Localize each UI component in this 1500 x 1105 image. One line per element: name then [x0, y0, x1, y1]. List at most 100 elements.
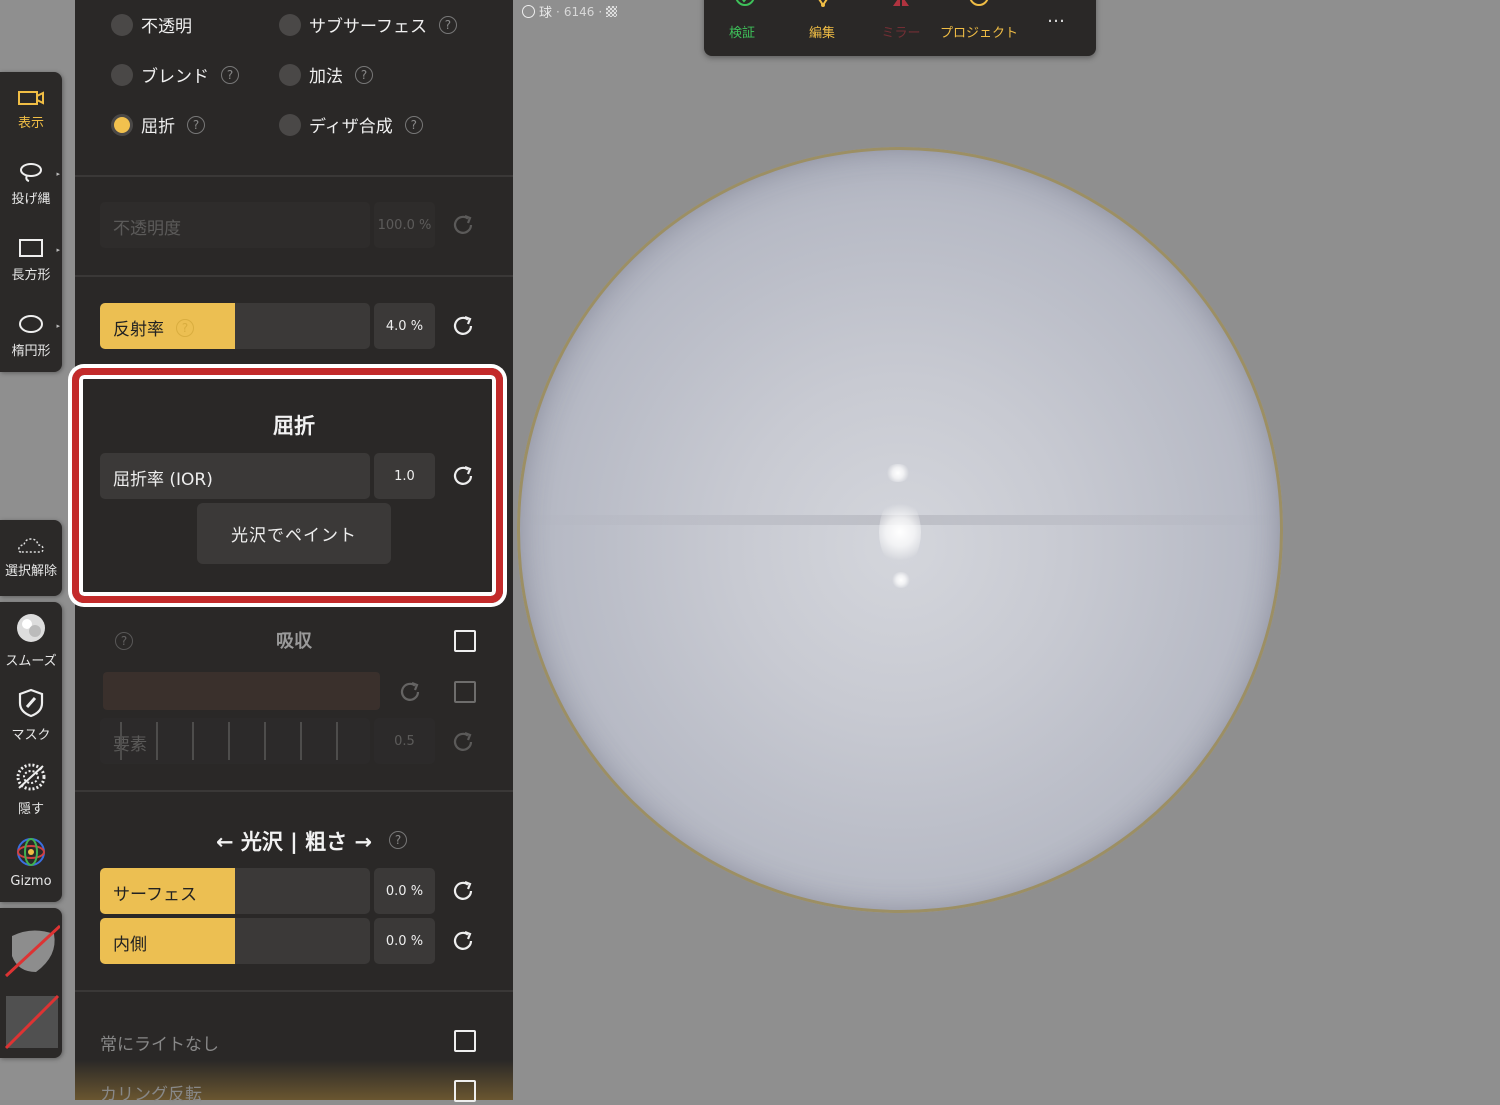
check-circle-icon [735, 0, 755, 6]
glass-sphere[interactable] [517, 147, 1283, 913]
opacity-label: 不透明度 [113, 219, 181, 239]
always-unlit-label: 常にライトなし [100, 1035, 219, 1055]
surface-value[interactable]: 0.0 % [374, 868, 435, 914]
reset-icon[interactable] [451, 213, 475, 237]
tool-hide[interactable]: 隠す [0, 762, 62, 817]
absorption-color-checkbox[interactable] [454, 681, 476, 703]
help-icon[interactable]: ? [355, 65, 373, 84]
flip-culling-checkbox[interactable] [454, 1080, 476, 1102]
reflectance-value[interactable]: 4.0 % [374, 303, 435, 349]
surface-slider[interactable]: サーフェス [100, 868, 370, 914]
tool-hide-label: 隠す [17, 802, 44, 817]
surface-label: サーフェス [113, 885, 197, 905]
divider [75, 275, 513, 277]
opacity-slider[interactable]: 不透明度 [100, 202, 370, 248]
smooth-icon [17, 614, 45, 642]
element-value[interactable]: 0.5 [374, 718, 435, 764]
gloss-roughness-title: ← 光沢 | 粗さ → [215, 830, 373, 854]
radio-additive[interactable]: 加法? [279, 62, 373, 87]
inner-value[interactable]: 0.0 % [374, 918, 435, 964]
tool-lasso-label: 投げ縄 [11, 192, 51, 207]
mask-icon [18, 688, 44, 718]
tool-lasso[interactable]: 投げ縄 ▸ [0, 162, 62, 207]
radio-dot [279, 13, 301, 36]
deselect-button[interactable]: 選択解除 [0, 536, 62, 579]
radio-additive-label: 加法 [309, 67, 343, 87]
reflectance-label: 反射率 [113, 320, 164, 340]
circle-icon [969, 0, 989, 6]
absorption-checkbox[interactable] [454, 630, 476, 652]
matcap-thumbnail-icon[interactable] [4, 916, 60, 978]
radio-dot [279, 113, 301, 136]
help-icon[interactable]: ? [176, 318, 194, 337]
inner-slider[interactable]: 内側 [100, 918, 370, 964]
reflectance-slider[interactable]: 反射率? [100, 303, 370, 349]
flip-culling-label: カリング反転 [100, 1085, 202, 1105]
reset-icon[interactable] [398, 680, 422, 704]
specular-highlight-bottom [891, 572, 911, 588]
tool-mask[interactable]: マスク [0, 688, 62, 743]
reset-icon[interactable] [451, 730, 475, 754]
radio-dot-selected [111, 113, 133, 136]
specular-highlight-center [879, 497, 921, 567]
tool-gizmo[interactable]: Gizmo [0, 836, 62, 889]
radio-dither-label: ディザ合成 [309, 117, 393, 137]
reset-icon[interactable] [451, 879, 475, 903]
radio-refraction[interactable]: 屈折? [111, 112, 205, 137]
element-slider[interactable]: 要素 [100, 718, 370, 764]
object-circle-icon [522, 5, 535, 18]
radio-opaque[interactable]: 不透明 [111, 12, 192, 37]
radio-blend[interactable]: ブレンド? [111, 62, 239, 87]
radio-subsurface[interactable]: サブサーフェス? [279, 12, 457, 37]
radio-dot [111, 13, 133, 36]
reset-icon[interactable] [451, 929, 475, 953]
cloud-dashed-icon [18, 538, 44, 553]
radio-opaque-label: 不透明 [141, 17, 192, 37]
left-toolbar-materials [0, 908, 62, 1058]
radio-subsurface-label: サブサーフェス [309, 17, 427, 37]
specular-highlight-top [885, 464, 911, 482]
left-toolbar-tools: スムーズ マスク 隠す Gizmo [0, 602, 62, 902]
tool-view-label: 表示 [17, 116, 44, 131]
always-unlit-checkbox[interactable] [454, 1030, 476, 1052]
object-info: 球 · 6146 · [522, 2, 618, 21]
radio-refraction-label: 屈折 [141, 117, 175, 137]
tool-gizmo-label: Gizmo [10, 874, 52, 889]
left-toolbar-deselect: 選択解除 [0, 520, 62, 596]
topbar-project[interactable]: プロジェクト [934, 22, 1024, 41]
tool-mask-label: マスク [11, 728, 51, 743]
element-ticks [120, 722, 360, 760]
more-icon[interactable]: … [1047, 6, 1066, 27]
tool-smooth-label: スムーズ [5, 654, 57, 669]
tool-smooth[interactable]: スムーズ [0, 612, 62, 669]
topbar-mirror[interactable]: ミラー [876, 22, 926, 41]
help-icon[interactable]: ? [389, 831, 407, 849]
reset-icon[interactable] [451, 314, 475, 338]
help-icon[interactable]: ? [221, 65, 239, 84]
tool-rectangle[interactable]: 長方形 ▸ [0, 238, 62, 283]
left-toolbar-select: 表示 投げ縄 ▸ 長方形 ▸ 楕円形 ▸ [0, 72, 62, 372]
deselect-label: 選択解除 [4, 564, 57, 579]
rectangle-icon [19, 239, 43, 257]
gizmo-icon [17, 838, 45, 866]
radio-dot [111, 63, 133, 86]
texture-thumbnail-icon[interactable] [4, 994, 60, 1050]
absorption-color-swatch[interactable] [103, 672, 380, 710]
inner-label: 内側 [113, 935, 147, 955]
camera-icon [18, 91, 44, 105]
tool-view[interactable]: 表示 [0, 90, 62, 131]
divider [75, 990, 513, 992]
help-icon[interactable]: ? [438, 15, 457, 34]
topbar-verify[interactable]: 検証 [722, 22, 762, 41]
help-icon[interactable]: ? [187, 115, 205, 134]
opacity-value[interactable]: 100.0 % [374, 202, 435, 248]
reflectance-label-wrap: 反射率? [113, 315, 194, 340]
top-toolbar: 検証 編集 ミラー プロジェクト [704, 0, 1096, 56]
ellipse-icon [19, 315, 43, 333]
tool-ellipse[interactable]: 楕円形 ▸ [0, 314, 62, 359]
vertex-icon [818, 0, 828, 7]
lasso-icon [20, 163, 42, 182]
radio-dither[interactable]: ディザ合成? [279, 112, 423, 137]
topbar-edit[interactable]: 編集 [802, 22, 842, 41]
help-icon[interactable]: ? [404, 115, 423, 134]
